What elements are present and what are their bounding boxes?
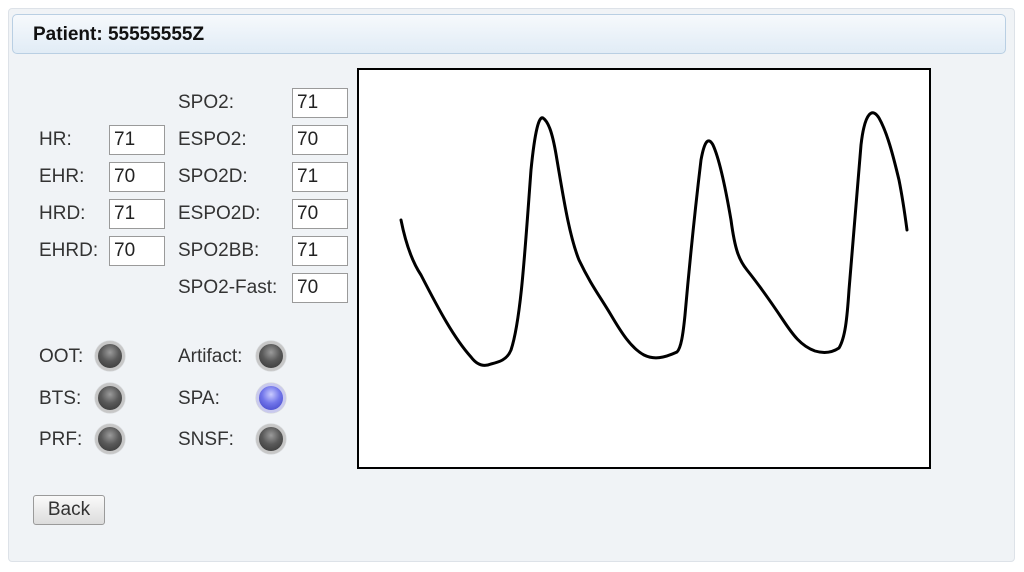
ehr-label: EHR: bbox=[39, 166, 85, 187]
spa-label: SPA: bbox=[178, 388, 220, 409]
artifact-label: Artifact: bbox=[178, 346, 243, 367]
spo2-fast-field[interactable] bbox=[292, 273, 348, 303]
spo2-fast-label: SPO2-Fast: bbox=[178, 277, 278, 298]
hr-label: HR: bbox=[39, 129, 72, 150]
waveform-graph bbox=[399, 111, 909, 367]
oot-label: OOT: bbox=[39, 346, 84, 367]
espo2-field[interactable] bbox=[292, 125, 348, 155]
back-button[interactable]: Back bbox=[33, 495, 105, 525]
prf-indicator-light bbox=[95, 424, 125, 454]
artifact-indicator-light bbox=[256, 341, 286, 371]
spo2bb-field[interactable] bbox=[292, 236, 348, 266]
bts-label: BTS: bbox=[39, 388, 82, 409]
page-title: Patient: 55555555Z bbox=[33, 24, 205, 45]
bts-indicator-light bbox=[95, 383, 125, 413]
espo2d-label: ESPO2D: bbox=[178, 203, 261, 224]
espo2-label: ESPO2: bbox=[178, 129, 247, 150]
spo2d-label: SPO2D: bbox=[178, 166, 248, 187]
patient-header: Patient: 55555555Z bbox=[12, 14, 1006, 54]
spo2bb-label: SPO2BB: bbox=[178, 240, 260, 261]
snsf-label: SNSF: bbox=[178, 429, 234, 450]
ehr-field[interactable] bbox=[109, 162, 165, 192]
hr-field[interactable] bbox=[109, 125, 165, 155]
hrd-field[interactable] bbox=[109, 199, 165, 229]
spo2-label: SPO2: bbox=[178, 92, 234, 113]
spa-indicator-light bbox=[256, 383, 286, 413]
prf-label: PRF: bbox=[39, 429, 83, 450]
pleth-waveform-trace bbox=[399, 111, 909, 367]
ehrd-label: EHRD: bbox=[39, 240, 99, 261]
pleth-waveform-canvas bbox=[357, 68, 931, 469]
hrd-label: HRD: bbox=[39, 203, 86, 224]
espo2d-field[interactable] bbox=[292, 199, 348, 229]
spo2-field[interactable] bbox=[292, 88, 348, 118]
ehrd-field[interactable] bbox=[109, 236, 165, 266]
oot-indicator-light bbox=[95, 341, 125, 371]
snsf-indicator-light bbox=[256, 424, 286, 454]
spo2d-field[interactable] bbox=[292, 162, 348, 192]
